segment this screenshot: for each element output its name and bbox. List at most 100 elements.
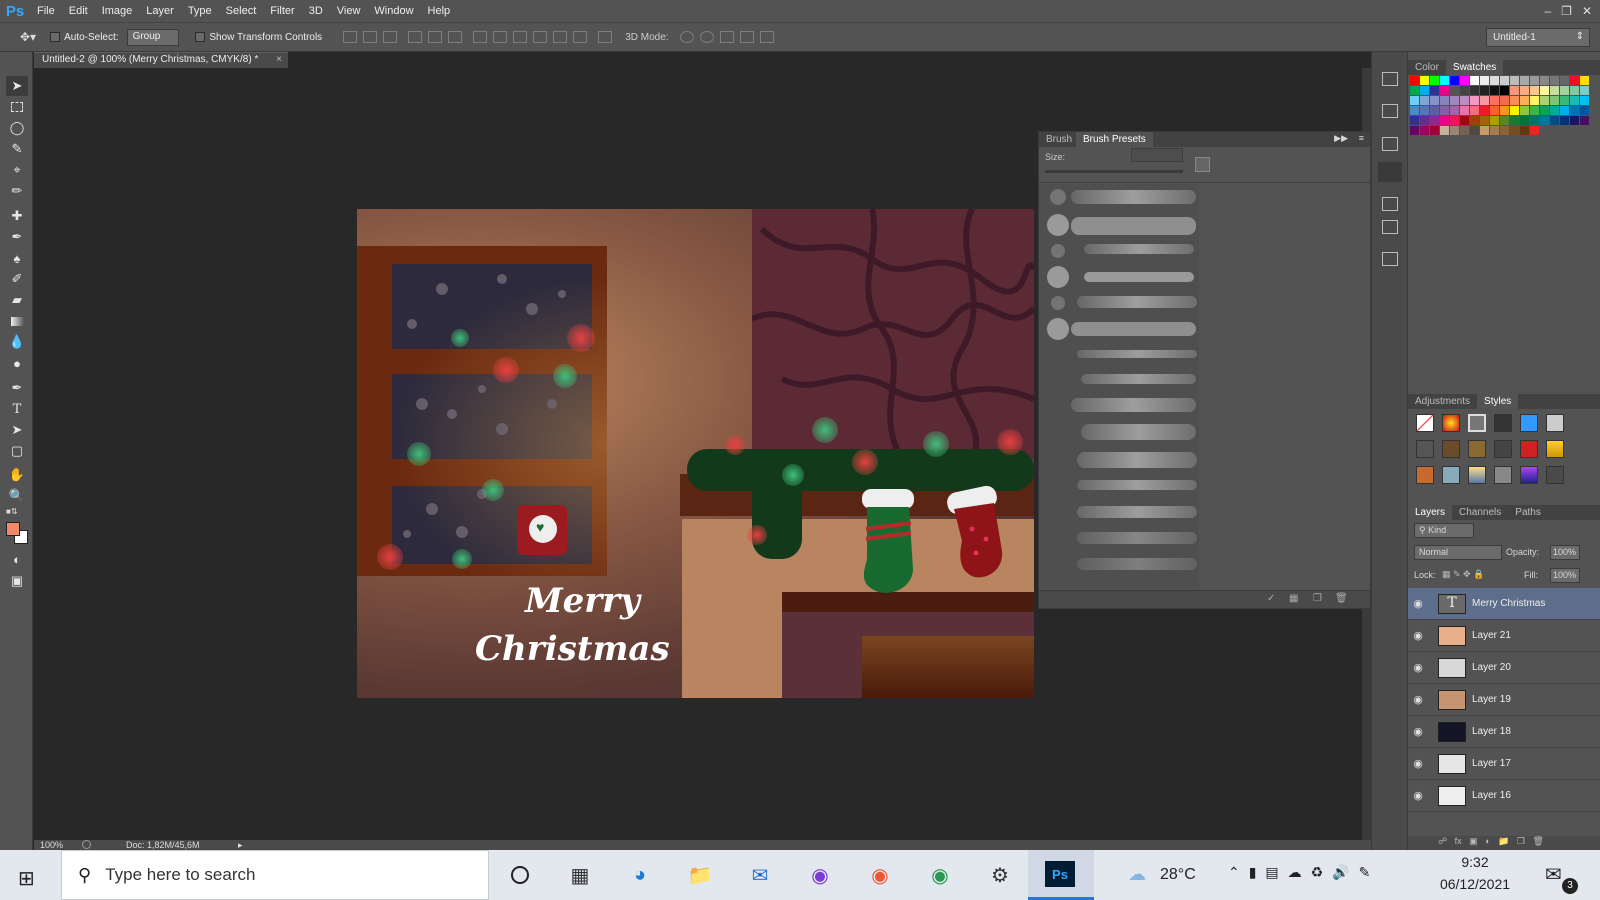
color-swatch[interactable] xyxy=(1480,116,1489,125)
color-swatch[interactable] xyxy=(1470,96,1479,105)
color-swatch[interactable] xyxy=(1490,116,1499,125)
color-swatch[interactable] xyxy=(1570,116,1579,125)
color-swatch[interactable] xyxy=(1440,96,1449,105)
history-panel-icon[interactable] xyxy=(1382,72,1398,86)
color-swatch[interactable] xyxy=(1470,76,1479,85)
color-swatch[interactable] xyxy=(1550,106,1559,115)
color-swatch[interactable] xyxy=(1520,106,1529,115)
color-swatch[interactable] xyxy=(1530,86,1539,95)
eraser-tool-icon[interactable]: ▰ xyxy=(6,290,28,310)
document-canvas[interactable]: ♥ Merry Christmas xyxy=(357,209,1034,698)
style-none[interactable] xyxy=(1416,414,1434,432)
menu-window[interactable]: Window xyxy=(367,0,420,22)
color-swatch[interactable] xyxy=(1570,76,1579,85)
color-swatch[interactable] xyxy=(1530,126,1539,135)
align-right-icon[interactable] xyxy=(448,31,463,43)
color-swatch[interactable] xyxy=(1550,86,1559,95)
style-swatch[interactable] xyxy=(1468,440,1486,458)
task-view-icon[interactable]: ▦ xyxy=(565,860,595,890)
color-swatch[interactable] xyxy=(1540,96,1549,105)
blend-mode-dropdown[interactable]: Normal xyxy=(1414,545,1502,560)
show-transform-checkbox[interactable] xyxy=(195,32,206,42)
brush-tip-hard[interactable] xyxy=(1047,214,1069,236)
color-swatch[interactable] xyxy=(1560,86,1569,95)
healing-brush-tool-icon[interactable]: ✚ xyxy=(6,206,28,226)
color-swatch[interactable] xyxy=(1510,96,1519,105)
clock-date[interactable]: 06/12/2021 xyxy=(1436,876,1514,892)
color-swatch[interactable] xyxy=(1450,96,1459,105)
tab-layers[interactable]: Layers xyxy=(1408,505,1453,520)
color-swatch[interactable] xyxy=(1550,116,1559,125)
color-swatch[interactable] xyxy=(1580,116,1589,125)
new-layer-icon[interactable]: ❐ xyxy=(1517,836,1525,846)
brush-tip-soft[interactable] xyxy=(1051,296,1065,310)
color-swatch[interactable] xyxy=(1520,116,1529,125)
size-input[interactable] xyxy=(1131,148,1183,162)
style-swatch[interactable] xyxy=(1494,466,1512,484)
color-swatch[interactable] xyxy=(1420,126,1429,135)
color-swatch[interactable] xyxy=(1500,76,1509,85)
color-swatch[interactable] xyxy=(1440,86,1449,95)
color-swatch[interactable] xyxy=(1560,116,1569,125)
color-swatch[interactable] xyxy=(1580,106,1589,115)
browser-icon[interactable]: ◉ xyxy=(805,860,835,890)
close-icon[interactable]: ✕ xyxy=(1582,4,1592,18)
color-swatch[interactable] xyxy=(1410,126,1419,135)
color-swatch[interactable] xyxy=(1480,86,1489,95)
greeting-line1[interactable]: Merry xyxy=(525,581,640,621)
color-swatch[interactable] xyxy=(1540,76,1549,85)
color-swatch[interactable] xyxy=(1510,76,1519,85)
layer-row[interactable]: ◉ Layer 17 xyxy=(1408,748,1600,780)
chrome-icon[interactable]: ◉ xyxy=(865,860,895,890)
auto-align-icon[interactable] xyxy=(598,31,613,43)
color-swatch[interactable] xyxy=(1520,126,1529,135)
color-swatch[interactable] xyxy=(1480,126,1489,135)
type-tool-icon[interactable]: T xyxy=(6,399,28,419)
color-swatch[interactable] xyxy=(1450,106,1459,115)
color-swatch[interactable] xyxy=(1440,76,1449,85)
color-swatch[interactable] xyxy=(1460,96,1469,105)
color-swatch[interactable] xyxy=(1420,96,1429,105)
align-hcenter-icon[interactable] xyxy=(428,31,443,43)
color-swatch[interactable] xyxy=(1420,86,1429,95)
marquee-tool-icon[interactable] xyxy=(6,97,28,117)
color-swatch[interactable] xyxy=(1490,96,1499,105)
color-swatch[interactable] xyxy=(1430,86,1439,95)
swatches-grid[interactable] xyxy=(1410,76,1590,148)
weather-icon[interactable]: ☁ xyxy=(1128,864,1146,885)
tab-channels[interactable]: Channels xyxy=(1452,505,1508,520)
color-swatch[interactable] xyxy=(1520,76,1529,85)
quick-select-tool-icon[interactable]: ✎ xyxy=(6,139,28,159)
color-swatch[interactable] xyxy=(1570,106,1579,115)
brush-tip-soft[interactable] xyxy=(1050,189,1066,205)
color-swatch[interactable] xyxy=(1500,96,1509,105)
zoom-tool-icon[interactable]: 🔍 xyxy=(6,486,28,506)
chrome-profile-icon[interactable]: ◉ xyxy=(925,860,955,890)
layer-row[interactable]: ◉ Layer 19 xyxy=(1408,684,1600,716)
move-tool-icon[interactable]: ➤ xyxy=(6,76,28,96)
color-swatch[interactable] xyxy=(1530,106,1539,115)
auto-select-dropdown[interactable]: Group xyxy=(126,28,180,46)
lock-icons[interactable]: ▦ ✎ ✥ 🔒 xyxy=(1442,569,1484,580)
taskbar-active-app[interactable]: Ps xyxy=(1028,850,1094,900)
color-swatch[interactable] xyxy=(1440,106,1449,115)
brush-tip-soft[interactable] xyxy=(1051,244,1065,258)
color-swatch[interactable] xyxy=(1490,126,1499,135)
color-swatch[interactable] xyxy=(1490,106,1499,115)
mail-icon[interactable]: ✉ xyxy=(745,860,775,890)
style-swatch[interactable] xyxy=(1416,466,1434,484)
color-swatch[interactable] xyxy=(1540,116,1549,125)
style-swatch[interactable] xyxy=(1520,440,1538,458)
color-swatch[interactable] xyxy=(1510,116,1519,125)
new-preset-icon[interactable]: ❐ xyxy=(1313,593,1322,604)
actions-panel-icon[interactable] xyxy=(1382,104,1398,118)
color-swatch[interactable] xyxy=(1540,106,1549,115)
color-swatch[interactable] xyxy=(1530,76,1539,85)
color-swatch[interactable] xyxy=(1580,96,1589,105)
collapse-icon[interactable]: ▶▶ xyxy=(1334,133,1348,144)
style-swatch[interactable] xyxy=(1442,466,1460,484)
layer-row[interactable]: ◉ Layer 16 xyxy=(1408,780,1600,812)
crop-tool-icon[interactable]: ⌖ xyxy=(6,160,28,180)
clone-stamp-tool-icon[interactable]: ♠ xyxy=(6,248,28,268)
menu-type[interactable]: Type xyxy=(181,0,219,22)
